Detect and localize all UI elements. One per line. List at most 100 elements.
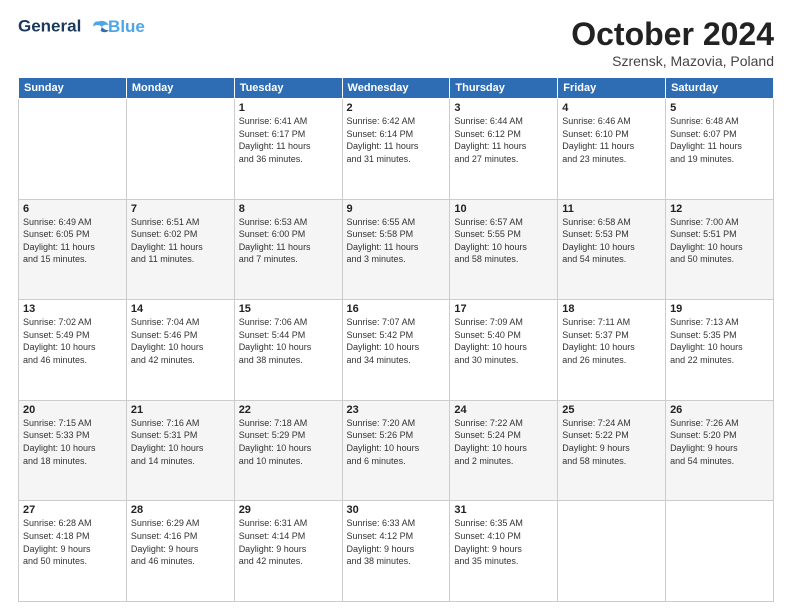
calendar-day-cell: 30Sunrise: 6:33 AM Sunset: 4:12 PM Dayli… (342, 501, 450, 602)
day-info: Sunrise: 7:13 AM Sunset: 5:35 PM Dayligh… (670, 316, 769, 366)
month-title: October 2024 (571, 16, 774, 53)
day-number: 6 (23, 203, 122, 215)
calendar-day-cell: 18Sunrise: 7:11 AM Sunset: 5:37 PM Dayli… (558, 300, 666, 401)
calendar-day-cell: 22Sunrise: 7:18 AM Sunset: 5:29 PM Dayli… (234, 400, 342, 501)
calendar-week-row: 27Sunrise: 6:28 AM Sunset: 4:18 PM Dayli… (19, 501, 774, 602)
calendar-day-cell: 16Sunrise: 7:07 AM Sunset: 5:42 PM Dayli… (342, 300, 450, 401)
calendar-table: SundayMondayTuesdayWednesdayThursdayFrid… (18, 77, 774, 602)
day-number: 27 (23, 504, 122, 516)
day-number: 23 (347, 404, 446, 416)
calendar-day-cell: 11Sunrise: 6:58 AM Sunset: 5:53 PM Dayli… (558, 199, 666, 300)
day-info: Sunrise: 6:29 AM Sunset: 4:16 PM Dayligh… (131, 517, 230, 567)
day-number: 4 (562, 102, 661, 114)
calendar-day-cell: 1Sunrise: 6:41 AM Sunset: 6:17 PM Daylig… (234, 99, 342, 200)
calendar-day-cell: 10Sunrise: 6:57 AM Sunset: 5:55 PM Dayli… (450, 199, 558, 300)
calendar-day-cell: 6Sunrise: 6:49 AM Sunset: 6:05 PM Daylig… (19, 199, 127, 300)
day-info: Sunrise: 7:09 AM Sunset: 5:40 PM Dayligh… (454, 316, 553, 366)
calendar-day-cell: 3Sunrise: 6:44 AM Sunset: 6:12 PM Daylig… (450, 99, 558, 200)
day-number: 16 (347, 303, 446, 315)
day-info: Sunrise: 6:49 AM Sunset: 6:05 PM Dayligh… (23, 216, 122, 266)
calendar-header-row: SundayMondayTuesdayWednesdayThursdayFrid… (19, 78, 774, 99)
day-info: Sunrise: 6:46 AM Sunset: 6:10 PM Dayligh… (562, 115, 661, 165)
day-info: Sunrise: 6:51 AM Sunset: 6:02 PM Dayligh… (131, 216, 230, 266)
calendar-day-header: Saturday (666, 78, 774, 99)
calendar-empty-cell (19, 99, 127, 200)
calendar-day-header: Friday (558, 78, 666, 99)
calendar-day-cell: 9Sunrise: 6:55 AM Sunset: 5:58 PM Daylig… (342, 199, 450, 300)
day-number: 11 (562, 203, 661, 215)
calendar-day-cell: 7Sunrise: 6:51 AM Sunset: 6:02 PM Daylig… (126, 199, 234, 300)
day-number: 24 (454, 404, 553, 416)
logo-bird-icon (88, 16, 110, 38)
day-number: 20 (23, 404, 122, 416)
day-info: Sunrise: 7:02 AM Sunset: 5:49 PM Dayligh… (23, 316, 122, 366)
day-info: Sunrise: 7:15 AM Sunset: 5:33 PM Dayligh… (23, 417, 122, 467)
day-number: 18 (562, 303, 661, 315)
day-number: 3 (454, 102, 553, 114)
calendar-day-cell: 4Sunrise: 6:46 AM Sunset: 6:10 PM Daylig… (558, 99, 666, 200)
calendar-day-cell: 5Sunrise: 6:48 AM Sunset: 6:07 PM Daylig… (666, 99, 774, 200)
day-info: Sunrise: 7:07 AM Sunset: 5:42 PM Dayligh… (347, 316, 446, 366)
day-info: Sunrise: 6:31 AM Sunset: 4:14 PM Dayligh… (239, 517, 338, 567)
day-info: Sunrise: 7:04 AM Sunset: 5:46 PM Dayligh… (131, 316, 230, 366)
day-number: 13 (23, 303, 122, 315)
calendar-day-cell: 28Sunrise: 6:29 AM Sunset: 4:16 PM Dayli… (126, 501, 234, 602)
calendar-day-cell: 2Sunrise: 6:42 AM Sunset: 6:14 PM Daylig… (342, 99, 450, 200)
day-number: 7 (131, 203, 230, 215)
day-info: Sunrise: 6:53 AM Sunset: 6:00 PM Dayligh… (239, 216, 338, 266)
day-number: 28 (131, 504, 230, 516)
title-block: October 2024 Szrensk, Mazovia, Poland (571, 16, 774, 69)
calendar-day-header: Wednesday (342, 78, 450, 99)
day-number: 25 (562, 404, 661, 416)
day-info: Sunrise: 7:20 AM Sunset: 5:26 PM Dayligh… (347, 417, 446, 467)
day-number: 14 (131, 303, 230, 315)
location: Szrensk, Mazovia, Poland (571, 53, 774, 69)
calendar-day-cell: 24Sunrise: 7:22 AM Sunset: 5:24 PM Dayli… (450, 400, 558, 501)
day-number: 26 (670, 404, 769, 416)
day-number: 2 (347, 102, 446, 114)
calendar-day-cell: 23Sunrise: 7:20 AM Sunset: 5:26 PM Dayli… (342, 400, 450, 501)
day-info: Sunrise: 6:33 AM Sunset: 4:12 PM Dayligh… (347, 517, 446, 567)
logo-text: General (18, 16, 110, 38)
day-number: 12 (670, 203, 769, 215)
calendar-week-row: 20Sunrise: 7:15 AM Sunset: 5:33 PM Dayli… (19, 400, 774, 501)
calendar-empty-cell (666, 501, 774, 602)
calendar-empty-cell (558, 501, 666, 602)
header: General Blue October 2024 Szrensk, Mazov… (18, 16, 774, 69)
calendar-day-cell: 21Sunrise: 7:16 AM Sunset: 5:31 PM Dayli… (126, 400, 234, 501)
day-info: Sunrise: 7:26 AM Sunset: 5:20 PM Dayligh… (670, 417, 769, 467)
day-info: Sunrise: 7:06 AM Sunset: 5:44 PM Dayligh… (239, 316, 338, 366)
calendar-day-cell: 8Sunrise: 6:53 AM Sunset: 6:00 PM Daylig… (234, 199, 342, 300)
day-info: Sunrise: 7:11 AM Sunset: 5:37 PM Dayligh… (562, 316, 661, 366)
day-number: 19 (670, 303, 769, 315)
day-info: Sunrise: 6:55 AM Sunset: 5:58 PM Dayligh… (347, 216, 446, 266)
day-number: 21 (131, 404, 230, 416)
day-number: 30 (347, 504, 446, 516)
day-number: 10 (454, 203, 553, 215)
day-info: Sunrise: 6:44 AM Sunset: 6:12 PM Dayligh… (454, 115, 553, 165)
day-info: Sunrise: 6:35 AM Sunset: 4:10 PM Dayligh… (454, 517, 553, 567)
calendar-day-cell: 19Sunrise: 7:13 AM Sunset: 5:35 PM Dayli… (666, 300, 774, 401)
page: General Blue October 2024 Szrensk, Mazov… (0, 0, 792, 612)
day-info: Sunrise: 7:00 AM Sunset: 5:51 PM Dayligh… (670, 216, 769, 266)
day-info: Sunrise: 7:24 AM Sunset: 5:22 PM Dayligh… (562, 417, 661, 467)
day-info: Sunrise: 6:41 AM Sunset: 6:17 PM Dayligh… (239, 115, 338, 165)
calendar-day-cell: 15Sunrise: 7:06 AM Sunset: 5:44 PM Dayli… (234, 300, 342, 401)
day-number: 8 (239, 203, 338, 215)
day-number: 15 (239, 303, 338, 315)
calendar-day-header: Tuesday (234, 78, 342, 99)
day-info: Sunrise: 7:16 AM Sunset: 5:31 PM Dayligh… (131, 417, 230, 467)
calendar-week-row: 6Sunrise: 6:49 AM Sunset: 6:05 PM Daylig… (19, 199, 774, 300)
day-number: 5 (670, 102, 769, 114)
calendar-week-row: 1Sunrise: 6:41 AM Sunset: 6:17 PM Daylig… (19, 99, 774, 200)
day-number: 29 (239, 504, 338, 516)
day-info: Sunrise: 7:22 AM Sunset: 5:24 PM Dayligh… (454, 417, 553, 467)
logo: General Blue (18, 16, 145, 38)
calendar-day-cell: 14Sunrise: 7:04 AM Sunset: 5:46 PM Dayli… (126, 300, 234, 401)
day-info: Sunrise: 6:42 AM Sunset: 6:14 PM Dayligh… (347, 115, 446, 165)
calendar-empty-cell (126, 99, 234, 200)
day-info: Sunrise: 6:57 AM Sunset: 5:55 PM Dayligh… (454, 216, 553, 266)
calendar-day-cell: 13Sunrise: 7:02 AM Sunset: 5:49 PM Dayli… (19, 300, 127, 401)
calendar-day-cell: 12Sunrise: 7:00 AM Sunset: 5:51 PM Dayli… (666, 199, 774, 300)
calendar-day-cell: 27Sunrise: 6:28 AM Sunset: 4:18 PM Dayli… (19, 501, 127, 602)
